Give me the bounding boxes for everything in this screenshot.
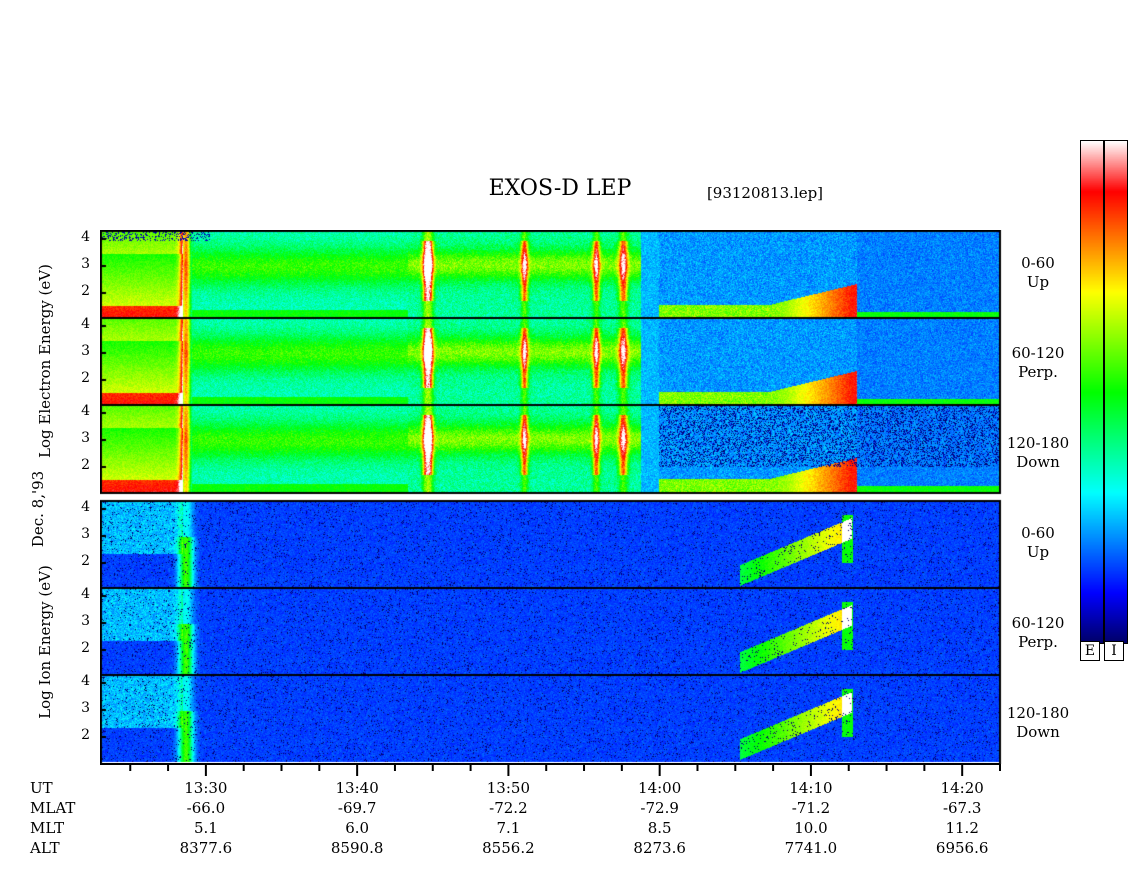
alt-value: 8590.8: [330, 839, 384, 857]
ut-value: 14:20: [940, 779, 984, 797]
y-tick-label: 3: [81, 430, 90, 446]
chart-title: EXOS-D LEP: [488, 176, 632, 201]
alt-value: 7741.0: [784, 839, 838, 857]
y-tick-label: 3: [81, 700, 90, 716]
row-label: UT: [30, 779, 53, 797]
y-tick-label: 2: [81, 370, 90, 386]
ut-value: 14:10: [789, 779, 833, 797]
y-tick-label: 2: [81, 457, 90, 473]
mlat-value: -72.2: [489, 799, 528, 817]
y-tick-label: 4: [81, 499, 90, 515]
pitch-direction-label: Perp.: [1018, 363, 1058, 381]
y-tick-label: 2: [81, 553, 90, 569]
mlt-value: 7.1: [496, 819, 521, 837]
y-tick-label: 4: [81, 673, 90, 689]
ut-value: 14:00: [638, 779, 682, 797]
pitch-range-label: 120-180: [1006, 704, 1070, 722]
pitch-angle-label: 60-120 Perp.: [1003, 344, 1073, 382]
mlat-value: -72.9: [640, 799, 679, 817]
y-tick-label: 2: [81, 727, 90, 743]
pitch-direction-label: Down: [1016, 723, 1060, 741]
alt-value: 6956.6: [935, 839, 989, 857]
electron-colorbar-label: E: [1080, 641, 1100, 661]
mlat-value: -69.7: [337, 799, 377, 817]
ion-colorbar-label: I: [1104, 641, 1124, 661]
row-label: ALT: [30, 839, 60, 857]
electron-axis-label: Log Electron Energy (eV): [36, 264, 54, 458]
y-tick-label: 3: [81, 613, 90, 629]
date-label: Dec. 8,'93: [29, 470, 47, 548]
ion-axis-label: Log Ion Energy (eV): [36, 565, 54, 719]
pitch-range-label: 60-120: [1011, 614, 1065, 632]
y-tick-label: 4: [81, 403, 90, 419]
y-tick-label: 3: [81, 256, 90, 272]
mlt-value: 5.1: [193, 819, 218, 837]
mlt-value: 8.5: [647, 819, 672, 837]
mlat-value: -71.2: [791, 799, 831, 817]
mlat-value: -67.3: [942, 799, 982, 817]
spectrogram: [100, 230, 1002, 764]
electron-colorbar: [1080, 140, 1104, 644]
pitch-direction-label: Perp.: [1018, 633, 1058, 651]
y-tick-label: 4: [81, 316, 90, 332]
pitch-range-label: 60-120: [1011, 344, 1065, 362]
y-tick-label: 4: [81, 586, 90, 602]
pitch-angle-label: 0-60 Up: [1003, 524, 1073, 562]
pitch-direction-label: Up: [1026, 273, 1050, 291]
y-tick-label: 2: [81, 640, 90, 656]
ion-colorbar: [1104, 140, 1128, 644]
ut-value: 13:50: [486, 779, 530, 797]
mlat-value: -66.0: [186, 799, 226, 817]
ut-value: 13:30: [184, 779, 228, 797]
alt-value: 8273.6: [633, 839, 686, 857]
pitch-direction-label: Up: [1026, 543, 1050, 561]
file-id: [93120813.lep]: [706, 184, 824, 202]
pitch-range-label: 120-180: [1006, 434, 1070, 452]
alt-value: 8556.2: [482, 839, 535, 857]
pitch-angle-label: 60-120 Perp.: [1003, 614, 1073, 652]
y-tick-label: 4: [81, 229, 90, 245]
pitch-angle-label: 0-60 Up: [1003, 254, 1073, 292]
pitch-direction-label: Down: [1016, 453, 1060, 471]
y-tick-label: 3: [81, 343, 90, 359]
row-label: MLT: [30, 819, 65, 837]
row-label: MLAT: [30, 799, 76, 817]
pitch-angle-label: 120-180 Down: [1003, 434, 1073, 472]
ut-value: 13:40: [335, 779, 379, 797]
mlt-value: 6.0: [345, 819, 370, 837]
pitch-angle-label: 120-180 Down: [1003, 704, 1073, 742]
y-tick-label: 3: [81, 526, 90, 542]
alt-value: 8377.6: [179, 839, 233, 857]
pitch-range-label: 0-60: [1021, 254, 1055, 272]
pitch-range-label: 0-60: [1021, 524, 1055, 542]
y-tick-label: 2: [81, 283, 90, 299]
mlt-value: 11.2: [945, 819, 979, 837]
mlt-value: 10.0: [794, 819, 828, 837]
